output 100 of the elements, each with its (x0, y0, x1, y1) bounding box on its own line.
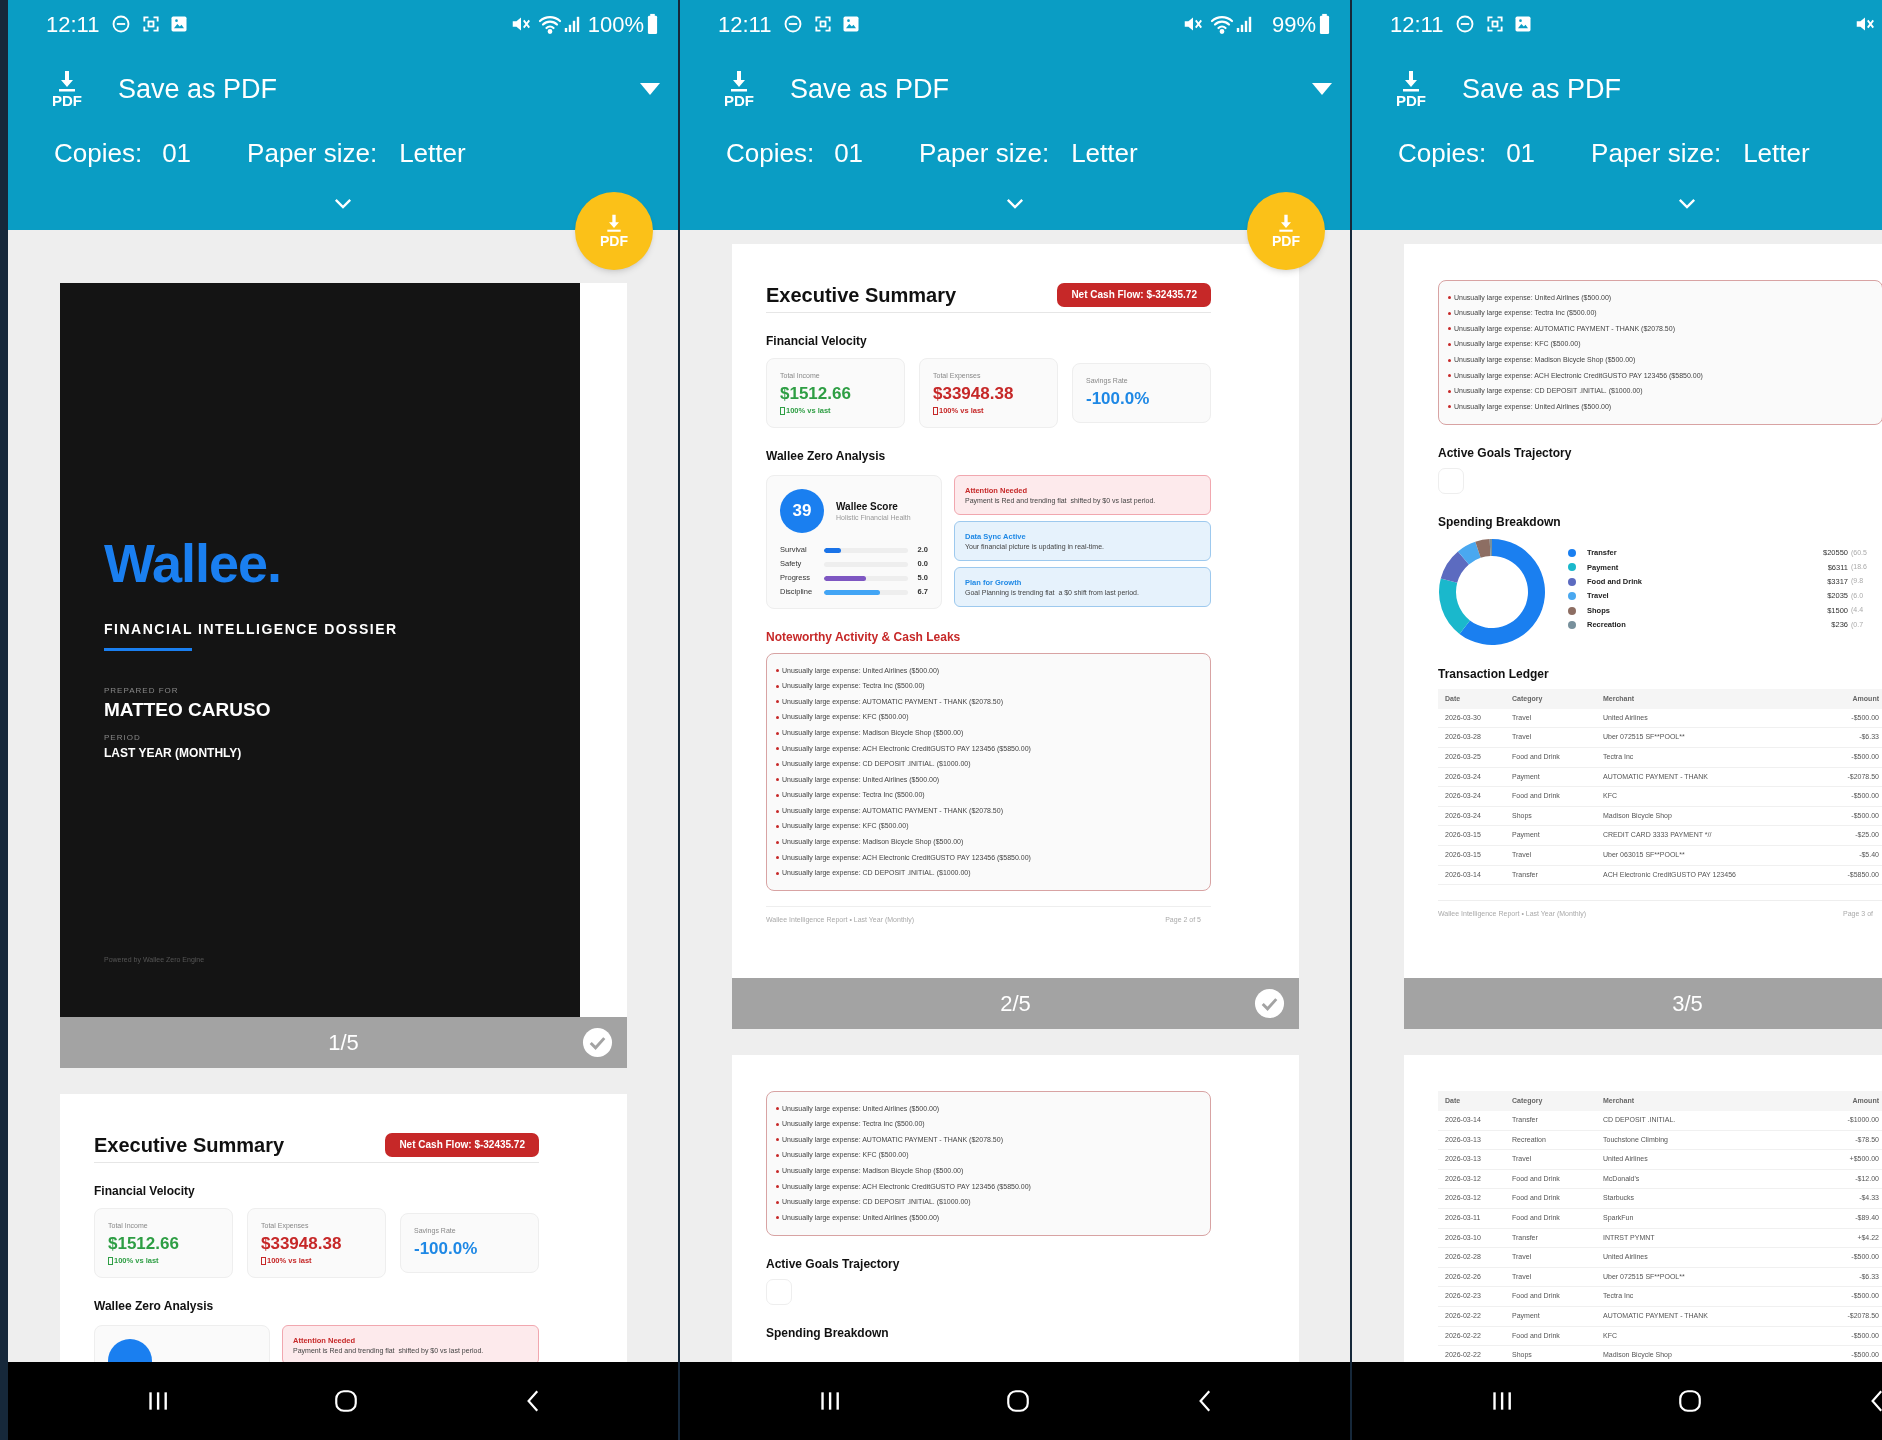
home-icon[interactable] (333, 1388, 359, 1414)
bullet-icon (776, 747, 779, 751)
battery-percent: 100% (587, 10, 644, 39)
missing-glyph-icon (780, 406, 785, 415)
destination-name[interactable]: Save as PDF (118, 68, 278, 110)
bullet-icon (1448, 405, 1451, 409)
bullet-icon (776, 1216, 779, 1220)
section-heading: Spending Breakdown (1438, 513, 1562, 530)
signal-icon (1236, 14, 1252, 34)
chevron-down-icon[interactable] (1678, 197, 1696, 209)
status-time: 12:11 (718, 10, 772, 39)
client-name: MATTEO CARUSO (104, 698, 272, 722)
score-title: Wallee Score (836, 499, 899, 513)
period-label: PERIOD (104, 732, 142, 744)
metric-value: $1512.66 (108, 1233, 180, 1255)
status-time: 12:11 (46, 10, 100, 39)
home-icon[interactable] (1677, 1388, 1703, 1414)
bullet-icon (776, 762, 779, 766)
status-time: 12:11 (1390, 10, 1444, 39)
bullet-icon (776, 1122, 779, 1126)
section-heading: Active Goals Trajectory (766, 1255, 901, 1272)
screenshot-icon (141, 14, 162, 34)
home-icon[interactable] (1005, 1388, 1031, 1414)
section-heading: Active Goals Trajectory (1438, 444, 1573, 461)
bullet-icon (776, 1138, 779, 1142)
section-heading: Noteworthy Activity & Cash Leaks (766, 629, 962, 645)
destination-name[interactable]: Save as PDF (790, 68, 950, 110)
bullet-icon (776, 1185, 779, 1189)
section-heading: Wallee Zero Analysis (94, 1298, 215, 1314)
report-title: Executive Summary (94, 1132, 285, 1158)
paper-size-label: Paper size: (247, 136, 378, 170)
bullet-icon (776, 809, 779, 813)
screenshot-icon (813, 14, 834, 34)
paper-size-value[interactable]: Letter (399, 133, 466, 173)
page-number: 2/5 (1000, 990, 1031, 1018)
page-number: 3/5 (1672, 990, 1703, 1018)
section-heading: Financial Velocity (766, 333, 868, 349)
bullet-icon (776, 794, 779, 798)
cover-subtitle: FINANCIAL INTELLIGENCE DOSSIER (104, 620, 399, 639)
copies-value[interactable]: 01 (1506, 133, 1536, 173)
dropdown-caret-icon[interactable] (640, 83, 660, 95)
signal-icon (564, 14, 580, 34)
net-cash-flow-badge: Net Cash Flow: $-32435.72 (385, 1132, 539, 1157)
paper-size-label: Paper size: (1591, 136, 1722, 170)
minus-circle-icon (1455, 14, 1476, 34)
bullet-icon (776, 778, 779, 782)
missing-glyph-icon (933, 406, 938, 415)
bullet-icon (1448, 389, 1451, 393)
bullet-icon (1448, 374, 1451, 378)
minus-circle-icon (783, 14, 804, 34)
bullet-icon (1448, 311, 1451, 315)
bullet-icon (1448, 327, 1451, 331)
bullet-icon (776, 731, 779, 735)
battery-icon (647, 13, 658, 35)
battery-icon (1319, 13, 1330, 35)
report-title: Executive Summary (766, 282, 957, 308)
section-heading: Financial Velocity (94, 1183, 196, 1199)
paper-size-label: Paper size: (919, 136, 1050, 170)
bullet-icon (776, 716, 779, 720)
metric-value: -100.0% (414, 1238, 479, 1260)
image-icon (1513, 14, 1534, 34)
destination-name[interactable]: Save as PDF (1462, 68, 1622, 110)
selected-check-icon[interactable] (582, 1027, 613, 1058)
period-value: LAST YEAR (MONTHLY) (104, 745, 243, 761)
chevron-down-icon[interactable] (1006, 197, 1024, 209)
screenshot-icon (1485, 14, 1506, 34)
minus-circle-icon (111, 14, 132, 34)
bullet-icon (776, 856, 779, 860)
chevron-down-icon[interactable] (334, 197, 352, 209)
metric-value: $33948.38 (933, 383, 1015, 405)
paper-size-value[interactable]: Letter (1743, 133, 1810, 173)
brand-logo: Wallee. (104, 532, 283, 595)
section-heading: Spending Breakdown (766, 1324, 890, 1341)
net-cash-flow-badge: Net Cash Flow: $-32435.72 (1057, 282, 1211, 307)
bullet-icon (776, 1169, 779, 1173)
prepared-label: PREPARED FOR (104, 685, 180, 697)
image-icon (841, 14, 862, 34)
save-pdf-button[interactable]: PDF (575, 192, 653, 270)
section-heading: Transaction Ledger (1438, 665, 1550, 682)
section-heading: Wallee Zero Analysis (766, 448, 887, 464)
selected-check-icon[interactable] (1254, 988, 1285, 1019)
bullet-icon (776, 1200, 779, 1204)
copies-label: Copies: (54, 136, 143, 170)
copies-value[interactable]: 01 (162, 133, 192, 173)
page-number: 1/5 (328, 1029, 359, 1057)
missing-glyph-icon (108, 1256, 113, 1265)
copies-label: Copies: (726, 136, 815, 170)
pdf-label: PDF (1396, 93, 1426, 109)
bullet-icon (776, 669, 779, 673)
battery-percent: 99% (1271, 10, 1316, 39)
paper-size-value[interactable]: Letter (1071, 133, 1138, 173)
bullet-icon (776, 700, 779, 704)
copies-label: Copies: (1398, 136, 1487, 170)
dropdown-caret-icon[interactable] (1312, 83, 1332, 95)
bullet-icon (1448, 358, 1451, 362)
metric-value: -100.0% (1086, 388, 1151, 410)
copies-value[interactable]: 01 (834, 133, 864, 173)
bullet-icon (1448, 296, 1451, 300)
image-icon (169, 14, 190, 34)
bullet-icon (776, 1154, 779, 1158)
